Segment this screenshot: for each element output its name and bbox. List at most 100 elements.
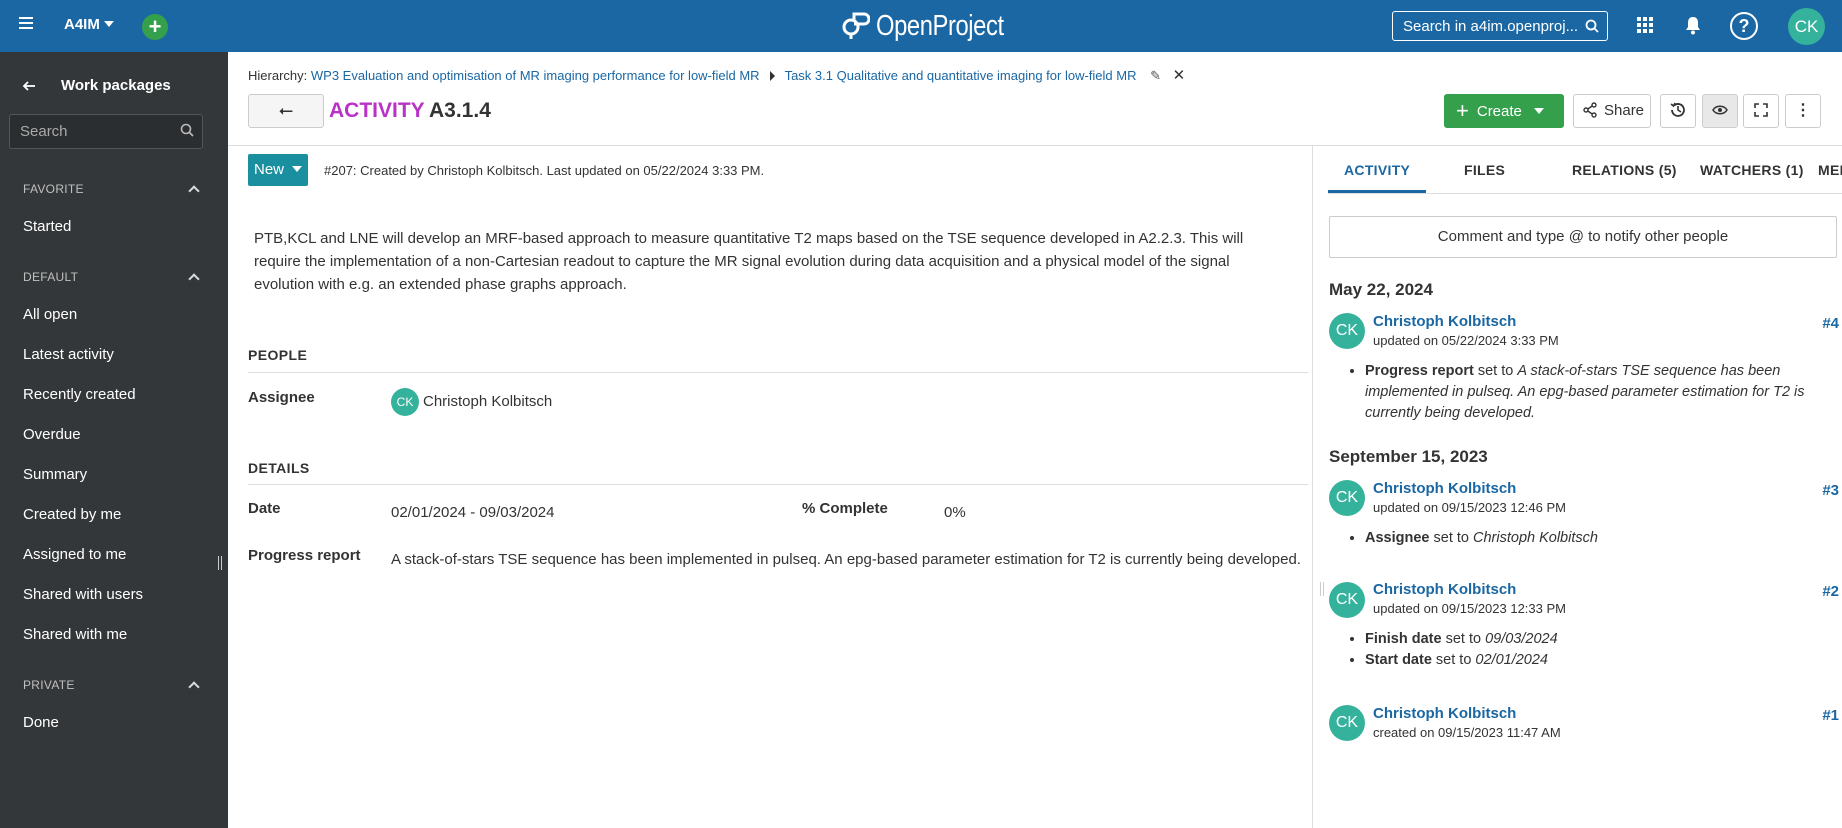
change-field: Assignee: [1365, 530, 1430, 546]
assignee-label: Assignee: [248, 389, 315, 406]
watch-button[interactable]: [1702, 94, 1738, 128]
back-arrow-icon: ⭠: [278, 100, 294, 120]
activity-user-link[interactable]: Christoph Kolbitsch: [1373, 313, 1516, 330]
create-button[interactable]: + Create: [1444, 94, 1564, 128]
search-icon: [1585, 19, 1599, 33]
date-value[interactable]: 02/01/2024 - 09/03/2024: [391, 504, 554, 521]
activity-user-link[interactable]: Christoph Kolbitsch: [1373, 480, 1516, 497]
change-verb: set to: [1435, 652, 1472, 668]
activity-change: Start date set to 02/01/2024: [1365, 650, 1831, 671]
change-field: Progress report: [1365, 363, 1474, 379]
sidebar-item-assigned-to-me[interactable]: Assigned to me: [23, 546, 126, 563]
main-content: Hierarchy: WP3 Evaluation and optimisati…: [228, 52, 1842, 828]
plus-icon: +: [1456, 98, 1469, 123]
activity-meta: created on 09/15/2023 11:47 AM: [1373, 725, 1561, 740]
split-resize-handle[interactable]: [1320, 582, 1324, 596]
split-divider: [1312, 146, 1313, 828]
sidebar-item-all-open[interactable]: All open: [23, 306, 77, 323]
tab-files[interactable]: FILES: [1464, 162, 1505, 178]
notification-bell-icon[interactable]: [1684, 15, 1702, 35]
divider: [1328, 193, 1842, 194]
chevron-up-icon[interactable]: [188, 273, 200, 285]
project-name: A4IM: [64, 16, 100, 33]
change-value: 02/01/2024: [1475, 652, 1548, 668]
change-value: Christoph Kolbitsch: [1473, 530, 1598, 546]
openproject-logo-icon: [842, 12, 870, 39]
change-verb: set to: [1433, 530, 1469, 546]
menu-hamburger-icon[interactable]: [14, 14, 38, 38]
history-button[interactable]: [1660, 94, 1696, 128]
avatar: CK: [1329, 480, 1365, 516]
sidebar-search-input[interactable]: Search: [9, 114, 203, 149]
tab-activity[interactable]: ACTIVITY: [1344, 162, 1410, 178]
sidebar-section-favorite: FAVORITE: [23, 182, 84, 196]
openproject-logo[interactable]: OpenProject: [840, 8, 1032, 44]
activity-number-link[interactable]: #3: [1822, 482, 1839, 499]
chevron-up-icon[interactable]: [188, 185, 200, 197]
sidebar-search-placeholder: Search: [20, 123, 68, 140]
sidebar-item-shared-with-users[interactable]: Shared with users: [23, 586, 143, 603]
change-verb: set to: [1477, 363, 1514, 379]
more-actions-button[interactable]: ⋮: [1785, 94, 1821, 128]
breadcrumb-current-link[interactable]: Task 3.1 Qualitative and quantitative im…: [785, 68, 1137, 83]
activity-number-link[interactable]: #1: [1822, 707, 1839, 724]
sidebar-item-recently-created[interactable]: Recently created: [23, 386, 136, 403]
comment-input[interactable]: Comment and type @ to notify other peopl…: [1329, 216, 1837, 258]
status-dropdown[interactable]: New: [248, 154, 308, 186]
assignee-name: Christoph Kolbitsch: [423, 392, 553, 410]
progress-report-label: Progress report: [248, 547, 361, 564]
sidebar-item-started[interactable]: Started: [23, 218, 71, 235]
avatar: CK: [1329, 705, 1365, 741]
eye-icon: [1712, 105, 1728, 115]
progress-report-value[interactable]: A stack-of-stars TSE sequence has been i…: [391, 551, 1301, 568]
create-label: Create: [1476, 103, 1522, 120]
activity-change: Finish date set to 09/03/2024: [1365, 629, 1831, 650]
activity-details: Finish date set to 09/03/2024 Start date…: [1361, 629, 1831, 671]
activity-user-link[interactable]: Christoph Kolbitsch: [1373, 705, 1516, 722]
logo-text: OpenProject: [876, 9, 1004, 42]
sidebar-item-shared-with-me[interactable]: Shared with me: [23, 626, 127, 643]
change-field: Start date: [1365, 652, 1432, 668]
add-plus-button[interactable]: +: [142, 14, 168, 40]
complete-label: % Complete: [802, 500, 888, 517]
help-icon[interactable]: ?: [1730, 12, 1758, 40]
sidebar-item-overdue[interactable]: Overdue: [23, 426, 81, 443]
divider: [248, 484, 1308, 485]
activity-meta: updated on 05/22/2024 3:33 PM: [1373, 333, 1559, 348]
avatar: CK: [1329, 313, 1365, 349]
tab-meetings[interactable]: MEETINGS: [1818, 162, 1842, 178]
change-verb: set to: [1445, 631, 1482, 647]
tab-relations[interactable]: RELATIONS (5): [1572, 162, 1677, 178]
complete-value[interactable]: 0%: [944, 504, 966, 521]
project-selector[interactable]: A4IM: [64, 16, 114, 33]
assignee-value[interactable]: CK Christoph Kolbitsch: [391, 388, 552, 416]
activity-number-link[interactable]: #4: [1822, 315, 1839, 332]
avatar: CK: [391, 388, 419, 416]
breadcrumb-parent-link[interactable]: WP3 Evaluation and optimisation of MR im…: [311, 68, 760, 83]
caret-right-icon: [769, 71, 775, 81]
activity-day-heading: May 22, 2024: [1329, 280, 1433, 299]
fullscreen-button[interactable]: [1743, 94, 1779, 128]
tab-watchers[interactable]: WATCHERS (1): [1700, 162, 1804, 178]
pencil-icon[interactable]: ✎: [1150, 68, 1161, 83]
sidebar-item-latest-activity[interactable]: Latest activity: [23, 346, 114, 363]
activity-number-link[interactable]: #2: [1822, 583, 1839, 600]
close-icon[interactable]: ✕: [1173, 67, 1186, 84]
back-button[interactable]: ⭠: [248, 94, 324, 128]
workpackage-subject[interactable]: A3.1.4: [429, 99, 491, 123]
sidebar-item-done[interactable]: Done: [23, 714, 59, 731]
global-search-input[interactable]: Search in a4im.openproj...: [1392, 11, 1608, 41]
description[interactable]: PTB,KCL and LNE will develop an MRF-base…: [254, 227, 1284, 296]
breadcrumb-prefix: Hierarchy:: [248, 68, 308, 83]
sidebar-item-created-by-me[interactable]: Created by me: [23, 506, 121, 523]
back-arrow-icon[interactable]: [22, 79, 36, 93]
modules-grid-icon[interactable]: [1637, 17, 1653, 33]
sidebar-item-summary[interactable]: Summary: [23, 466, 87, 483]
change-field: Finish date: [1365, 631, 1442, 647]
sidebar-resize-handle[interactable]: [218, 556, 222, 570]
activity-user-link[interactable]: Christoph Kolbitsch: [1373, 581, 1516, 598]
user-avatar[interactable]: CK: [1788, 8, 1825, 45]
avatar: CK: [1329, 582, 1365, 618]
chevron-up-icon[interactable]: [188, 681, 200, 693]
share-button[interactable]: Share: [1573, 94, 1651, 128]
